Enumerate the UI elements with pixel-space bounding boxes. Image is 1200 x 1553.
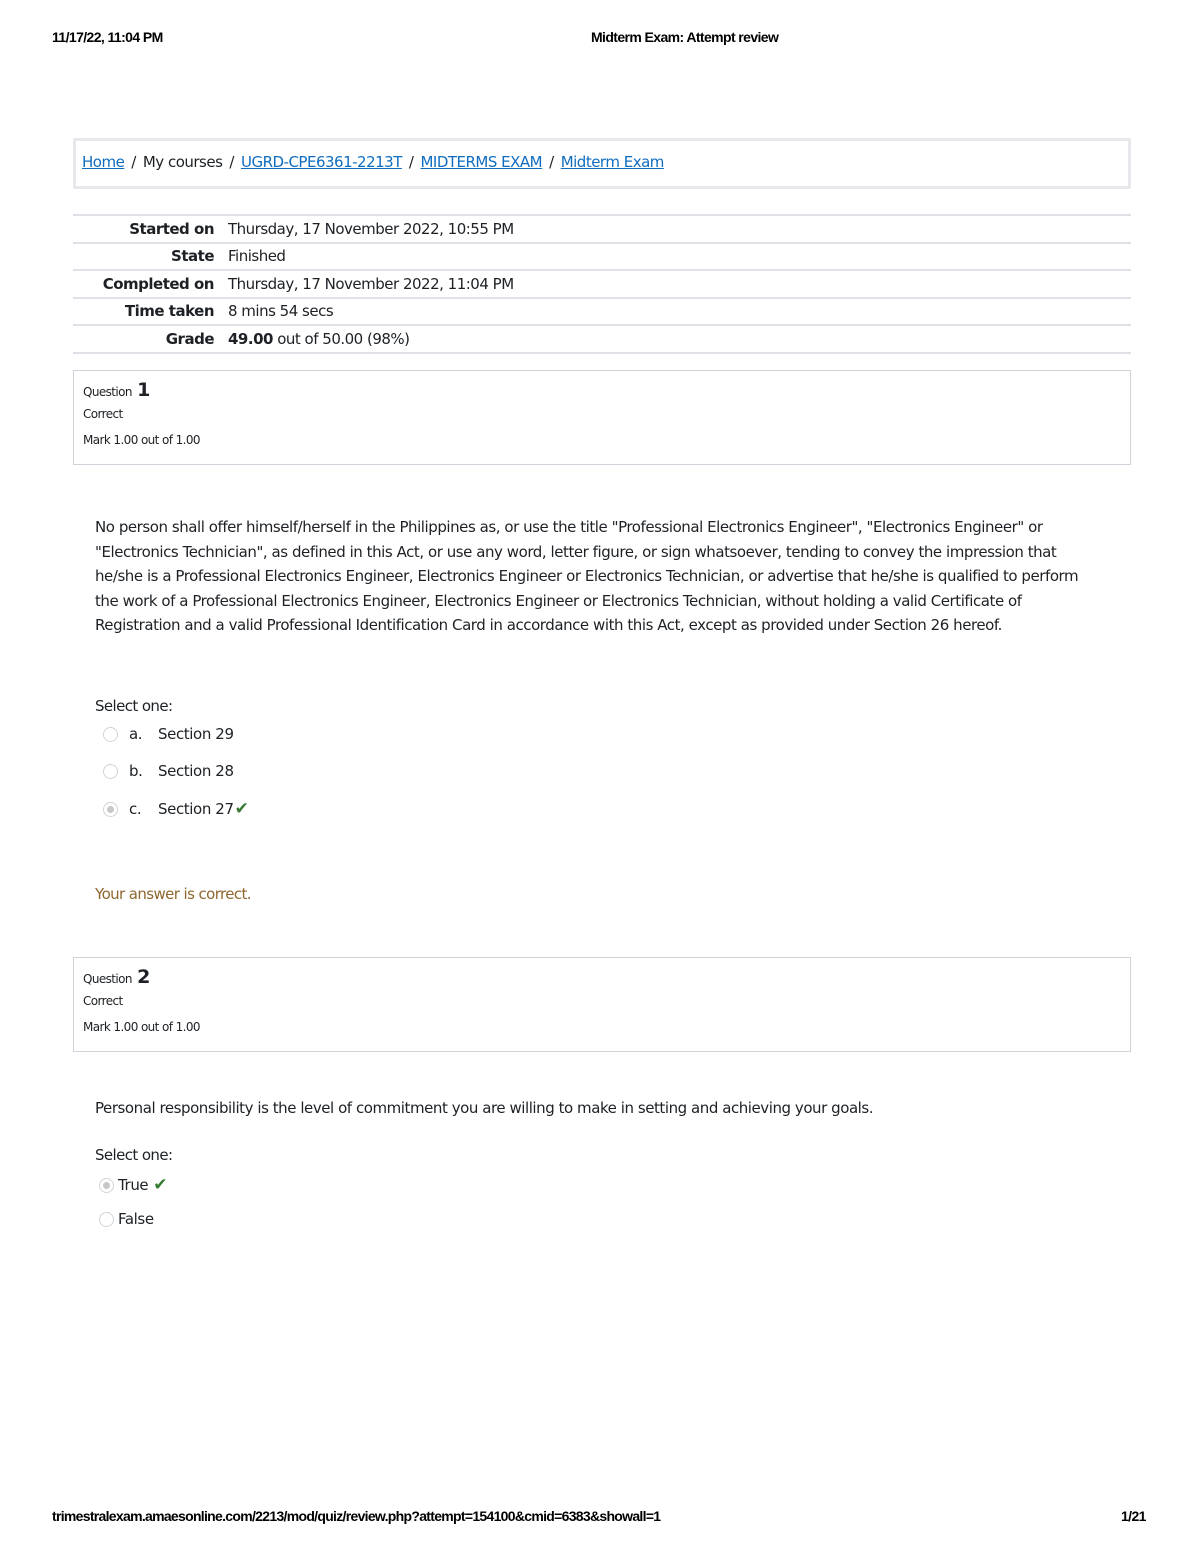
breadcrumb: Home / My courses / UGRD-CPE6361-2213T / MIDTE… [73, 138, 1131, 189]
page-number: 1/21 [1121, 1508, 1146, 1524]
question-mark: Mark 1.00 out of 1.00 [83, 433, 201, 447]
radio-button[interactable] [103, 763, 118, 779]
answer-text: Section 28 [158, 762, 234, 780]
breadcrumb-course[interactable]: UGRD-CPE6361-2213T [241, 153, 402, 171]
summary-value: 49.00 out of 50.00 (98%) [228, 330, 1131, 348]
summary-label: Time taken [124, 302, 215, 321]
breadcrumb-separator: / [549, 153, 554, 171]
breadcrumb-quiz[interactable]: Midterm Exam [561, 153, 665, 171]
question-label: Question [83, 385, 132, 399]
breadcrumb-home[interactable]: Home [82, 153, 125, 171]
answer-option-selected[interactable]: True ✔ [99, 1175, 168, 1195]
answer-option[interactable]: b. Section 28 [103, 762, 234, 780]
print-page-title: Midterm Exam: Attempt review [591, 29, 779, 45]
question-state: Correct [83, 407, 123, 421]
breadcrumb-separator: / [131, 153, 136, 171]
summary-label: Completed on [102, 274, 215, 293]
grade-score: 49.00 [228, 329, 273, 348]
select-one-prompt: Select one: [95, 1146, 173, 1164]
answer-option-selected[interactable]: c. Section 27 ✔ [103, 799, 249, 819]
attempt-summary-table: Started on Thursday, 17 November 2022, 1… [73, 214, 1131, 354]
summary-row-state: State Finished [73, 244, 1131, 271]
answer-letter: b. [129, 762, 143, 780]
answer-text: Section 29 [158, 725, 234, 743]
summary-label: State [171, 247, 214, 266]
print-header: 11/17/22, 11:04 PM Midterm Exam: Attempt… [0, 29, 1200, 49]
summary-value: Thursday, 17 November 2022, 11:04 PM [228, 274, 514, 293]
breadcrumb-section[interactable]: MIDTERMS EXAM [420, 153, 542, 171]
summary-row-started-on: Started on Thursday, 17 November 2022, 1… [73, 216, 1131, 244]
question-number-value: 1 [137, 379, 150, 401]
question-text: Personal responsibility is the level of … [95, 1099, 874, 1117]
radio-button-checked[interactable] [103, 801, 118, 817]
answer-text: Section 27 [158, 800, 234, 818]
breadcrumb-separator: / [408, 153, 414, 171]
radio-button-checked[interactable] [99, 1177, 114, 1193]
print-datetime: 11/17/22, 11:04 PM [52, 29, 163, 45]
correct-check-icon: ✔ [153, 1175, 168, 1195]
question-number: Question 2 [83, 966, 1121, 988]
answer-text: True [118, 1176, 149, 1194]
answer-option[interactable]: False [99, 1210, 154, 1228]
radio-button[interactable] [99, 1211, 114, 1227]
answer-letter: a. [129, 725, 143, 743]
answer-feedback: Your answer is correct. [95, 885, 252, 903]
select-one-prompt: Select one: [95, 697, 173, 715]
page-url: trimestralexam.amaesonline.com/2213/mod/… [52, 1508, 661, 1524]
question-number: Question 1 [83, 379, 1121, 401]
question-number-value: 2 [137, 966, 150, 988]
answer-text: False [118, 1210, 154, 1228]
answer-letter: c. [129, 800, 142, 818]
summary-label: Started on [129, 219, 214, 238]
grade-rest: out of 50.00 (98%) [272, 329, 410, 348]
correct-check-icon: ✔ [234, 799, 249, 819]
question-info-box: Question 2 Correct Mark 1.00 out of 1.00 [73, 957, 1131, 1052]
radio-button[interactable] [103, 726, 118, 742]
answer-option[interactable]: a. Section 29 [103, 725, 234, 743]
question-label: Question [83, 972, 132, 986]
summary-row-completed-on: Completed on Thursday, 17 November 2022,… [73, 271, 1131, 299]
question-mark: Mark 1.00 out of 1.00 [83, 1020, 201, 1034]
summary-row-grade: Grade 49.00 out of 50.00 (98%) [73, 326, 1131, 354]
summary-value: 8 mins 54 secs [228, 302, 334, 321]
question-state: Correct [83, 994, 123, 1008]
question-info-box: Question 1 Correct Mark 1.00 out of 1.00 [73, 370, 1131, 465]
print-footer: trimestralexam.amaesonline.com/2213/mod/… [0, 1508, 1200, 1528]
summary-label: Grade [165, 329, 215, 348]
question-text: No person shall offer himself/herself in… [95, 518, 1079, 634]
breadcrumb-separator: / [229, 153, 234, 171]
summary-row-time-taken: Time taken 8 mins 54 secs [73, 299, 1131, 326]
summary-value: Thursday, 17 November 2022, 10:55 PM [228, 219, 514, 238]
breadcrumb-my-courses: My courses [142, 153, 223, 171]
summary-value: Finished [228, 247, 286, 266]
